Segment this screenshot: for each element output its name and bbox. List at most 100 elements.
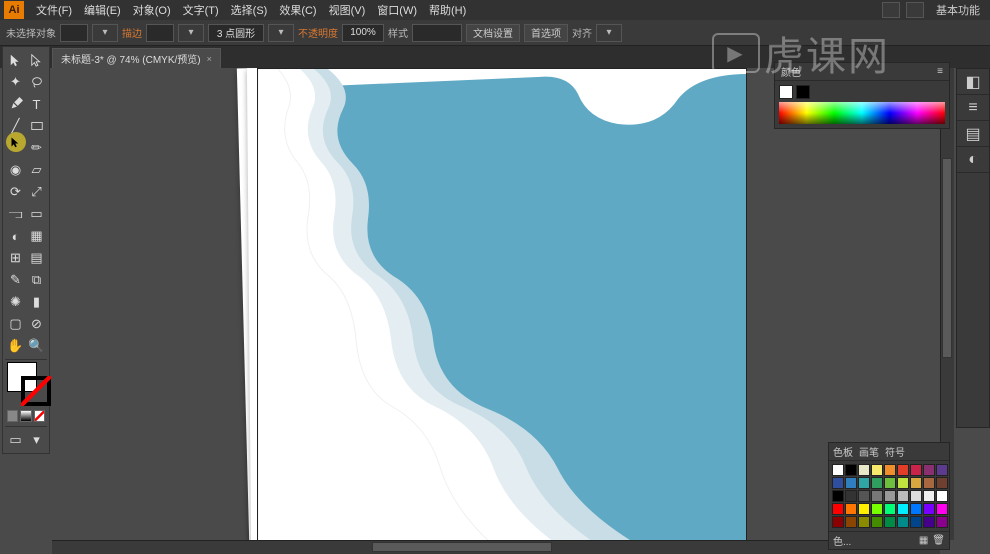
shape-builder-tool[interactable]: ◐ (5, 225, 26, 247)
rotate-tool[interactable]: ⟳ (5, 181, 26, 203)
swatch[interactable] (884, 503, 896, 515)
gradient-tool[interactable]: ▤ (26, 247, 47, 269)
horizontal-scrollbar[interactable] (52, 540, 940, 554)
opacity-input[interactable] (342, 24, 384, 42)
artboard-tool[interactable]: ▢ (5, 313, 26, 335)
swatch[interactable] (832, 477, 844, 489)
panel-icon-stroke[interactable]: ≡ (957, 95, 989, 121)
color-panel-menu-icon[interactable]: ≡ (937, 66, 943, 77)
screen-mode-button[interactable]: ▭ (5, 429, 26, 451)
swatch[interactable] (858, 477, 870, 489)
swatch[interactable] (858, 490, 870, 502)
swatch[interactable] (897, 490, 909, 502)
swatch[interactable] (845, 490, 857, 502)
swatch[interactable] (936, 464, 948, 476)
swatch[interactable] (897, 503, 909, 515)
swatch[interactable] (871, 516, 883, 528)
selection-tool[interactable] (5, 49, 26, 71)
column-graph-tool[interactable]: ▮ (26, 291, 47, 313)
swatch[interactable] (884, 464, 896, 476)
swatch[interactable] (936, 503, 948, 515)
swatch[interactable] (845, 503, 857, 515)
mesh-tool[interactable]: ⊞ (5, 247, 26, 269)
h-scroll-thumb[interactable] (372, 542, 552, 552)
menu-select[interactable]: 选择(S) (225, 2, 274, 18)
swatch[interactable] (923, 477, 935, 489)
swatches-tab-symbols[interactable]: 符号 (885, 444, 905, 459)
swatches-tab[interactable]: 色板 (833, 444, 853, 459)
swatch[interactable] (910, 477, 922, 489)
blend-tool[interactable]: ⧉ (26, 269, 47, 291)
swatch[interactable] (910, 503, 922, 515)
swatch[interactable] (897, 516, 909, 528)
pen-tool[interactable] (5, 93, 26, 115)
free-transform-tool[interactable]: ▭ (26, 203, 47, 225)
swatch[interactable] (884, 490, 896, 502)
workspace-switcher[interactable]: 基本功能 (930, 2, 986, 18)
perspective-grid-tool[interactable]: ▦ (26, 225, 47, 247)
zoom-tool[interactable]: 🔍 (26, 335, 47, 357)
opacity-label[interactable]: 不透明度 (298, 25, 338, 40)
fill-dropdown[interactable]: ▾ (92, 24, 118, 42)
canvas-viewport[interactable] (52, 68, 954, 554)
swatch[interactable] (858, 503, 870, 515)
swatch[interactable] (897, 464, 909, 476)
lasso-tool[interactable] (26, 71, 47, 93)
align-dropdown[interactable]: ▾ (596, 24, 622, 42)
menu-edit[interactable]: 编辑(E) (78, 2, 127, 18)
eyedropper-tool[interactable]: ✎ (5, 269, 26, 291)
swatch[interactable] (858, 516, 870, 528)
color-spectrum[interactable] (779, 102, 945, 124)
stroke-label[interactable]: 描边 (122, 25, 142, 40)
swatch[interactable] (832, 490, 844, 502)
panel-icon-transparency[interactable]: ◐ (957, 147, 989, 173)
arrange-icon[interactable] (906, 2, 924, 18)
swatch[interactable] (871, 503, 883, 515)
direct-selection-tool[interactable] (26, 49, 47, 71)
swatches-tab-brushes[interactable]: 画笔 (859, 444, 879, 459)
eraser-tool[interactable]: ▱ (26, 159, 47, 181)
stroke-weight-input[interactable] (208, 24, 264, 42)
swatch[interactable] (858, 464, 870, 476)
swatch[interactable] (923, 503, 935, 515)
swatch[interactable] (845, 477, 857, 489)
width-tool[interactable]: ⫎ (5, 203, 26, 225)
swatch[interactable] (884, 516, 896, 528)
swatch[interactable] (897, 477, 909, 489)
color-mode-button[interactable] (7, 410, 18, 422)
menu-view[interactable]: 视图(V) (323, 2, 372, 18)
scale-tool[interactable]: ⤢ (26, 181, 47, 203)
artboard[interactable] (257, 68, 747, 544)
swatch[interactable] (910, 490, 922, 502)
swatch[interactable] (871, 464, 883, 476)
style-select[interactable] (412, 24, 462, 42)
swatch[interactable] (910, 464, 922, 476)
panel-icon-color[interactable]: ◧ (957, 69, 989, 95)
stroke-swatch[interactable] (146, 24, 174, 42)
swatch[interactable] (936, 477, 948, 489)
fill-stroke-indicator[interactable] (7, 362, 51, 406)
swatch[interactable] (845, 516, 857, 528)
stroke-weight-dropdown[interactable]: ▾ (268, 24, 294, 42)
type-tool[interactable]: T (26, 93, 47, 115)
slice-tool[interactable]: ⊘ (26, 313, 47, 335)
document-tab-close[interactable]: × (207, 54, 212, 64)
menu-object[interactable]: 对象(O) (127, 2, 177, 18)
stroke-color-box[interactable] (21, 376, 51, 406)
blob-brush-tool[interactable]: ◉ (5, 159, 26, 181)
panel-icon-gradient[interactable]: ▤ (957, 121, 989, 147)
rectangle-tool[interactable] (26, 115, 47, 137)
menu-type[interactable]: 文字(T) (177, 2, 225, 18)
symbol-sprayer-tool[interactable]: ✺ (5, 291, 26, 313)
change-screen-button[interactable]: ▾ (26, 429, 47, 451)
swatch[interactable] (871, 477, 883, 489)
layout-icon[interactable] (882, 2, 900, 18)
stroke-dropdown[interactable]: ▾ (178, 24, 204, 42)
swatch[interactable] (832, 464, 844, 476)
swatch[interactable] (936, 516, 948, 528)
doc-setup-button[interactable]: 文档设置 (466, 24, 520, 42)
document-tab[interactable]: 未标题-3* @ 74% (CMYK/预览) × (52, 48, 221, 68)
swatch[interactable] (871, 490, 883, 502)
swatches-new-icon[interactable]: ▦ (919, 535, 928, 546)
swatch[interactable] (832, 516, 844, 528)
